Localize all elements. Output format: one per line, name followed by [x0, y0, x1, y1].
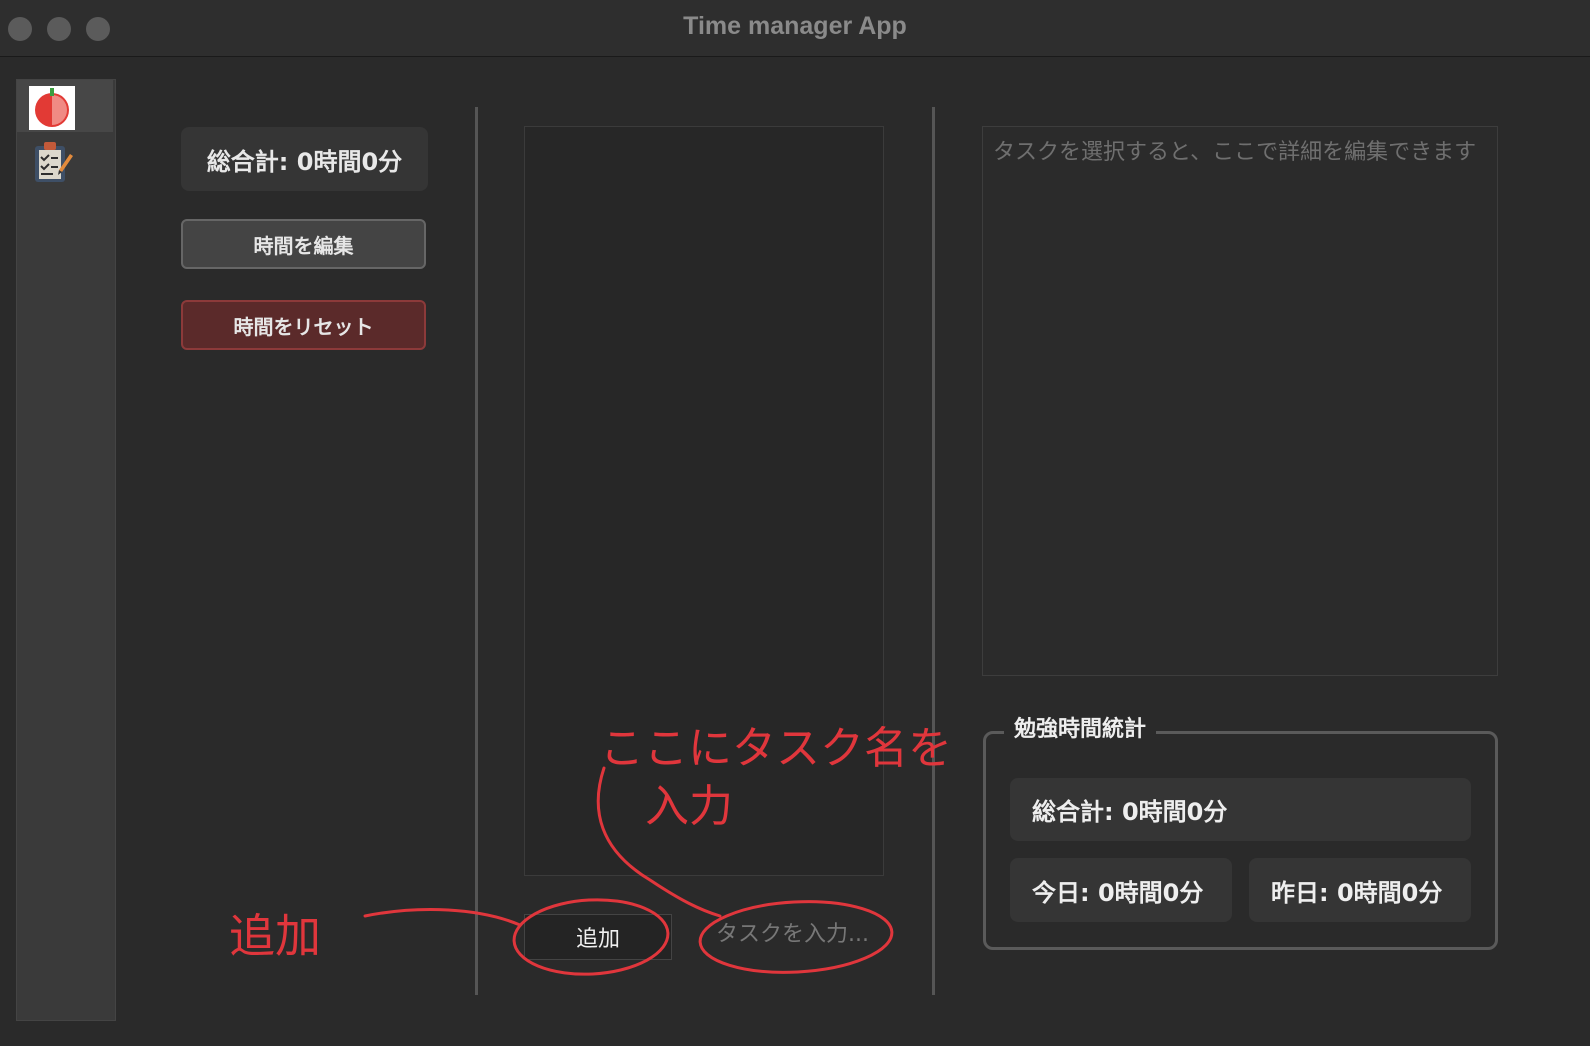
- clipboard-checklist-icon: [35, 142, 73, 182]
- stats-total: 総合計: 0時間0分: [1010, 778, 1471, 841]
- sidebar-item-tasks[interactable]: [17, 134, 113, 186]
- panel-divider-left[interactable]: [475, 107, 478, 995]
- sidebar: [16, 79, 116, 1021]
- total-time-summary: 総合計: 0時間0分: [181, 127, 428, 191]
- window-title: Time manager App: [683, 12, 907, 40]
- tomato-icon: [29, 86, 75, 130]
- edit-time-button[interactable]: 時間を編集: [181, 219, 426, 269]
- annotation-input-note-line2: 入力: [645, 781, 733, 832]
- study-stats-title: 勉強時間統計: [1004, 711, 1157, 743]
- stats-today: 今日: 0時間0分: [1010, 858, 1232, 922]
- reset-time-button[interactable]: 時間をリセット: [181, 300, 426, 350]
- panel-divider-right[interactable]: [932, 107, 935, 995]
- add-task-button[interactable]: 追加: [524, 914, 672, 960]
- annotation-add-note: 追加: [229, 909, 321, 963]
- title-bar: Time manager App: [0, 0, 1590, 57]
- annotation-input-note-line1: ここにタスク名を: [600, 723, 952, 774]
- sidebar-item-timer[interactable]: [17, 80, 113, 132]
- task-detail-editor[interactable]: [982, 126, 1498, 676]
- task-name-input[interactable]: [712, 914, 884, 954]
- add-arrow-line: [363, 908, 522, 927]
- stats-yesterday: 昨日: 0時間0分: [1249, 858, 1471, 922]
